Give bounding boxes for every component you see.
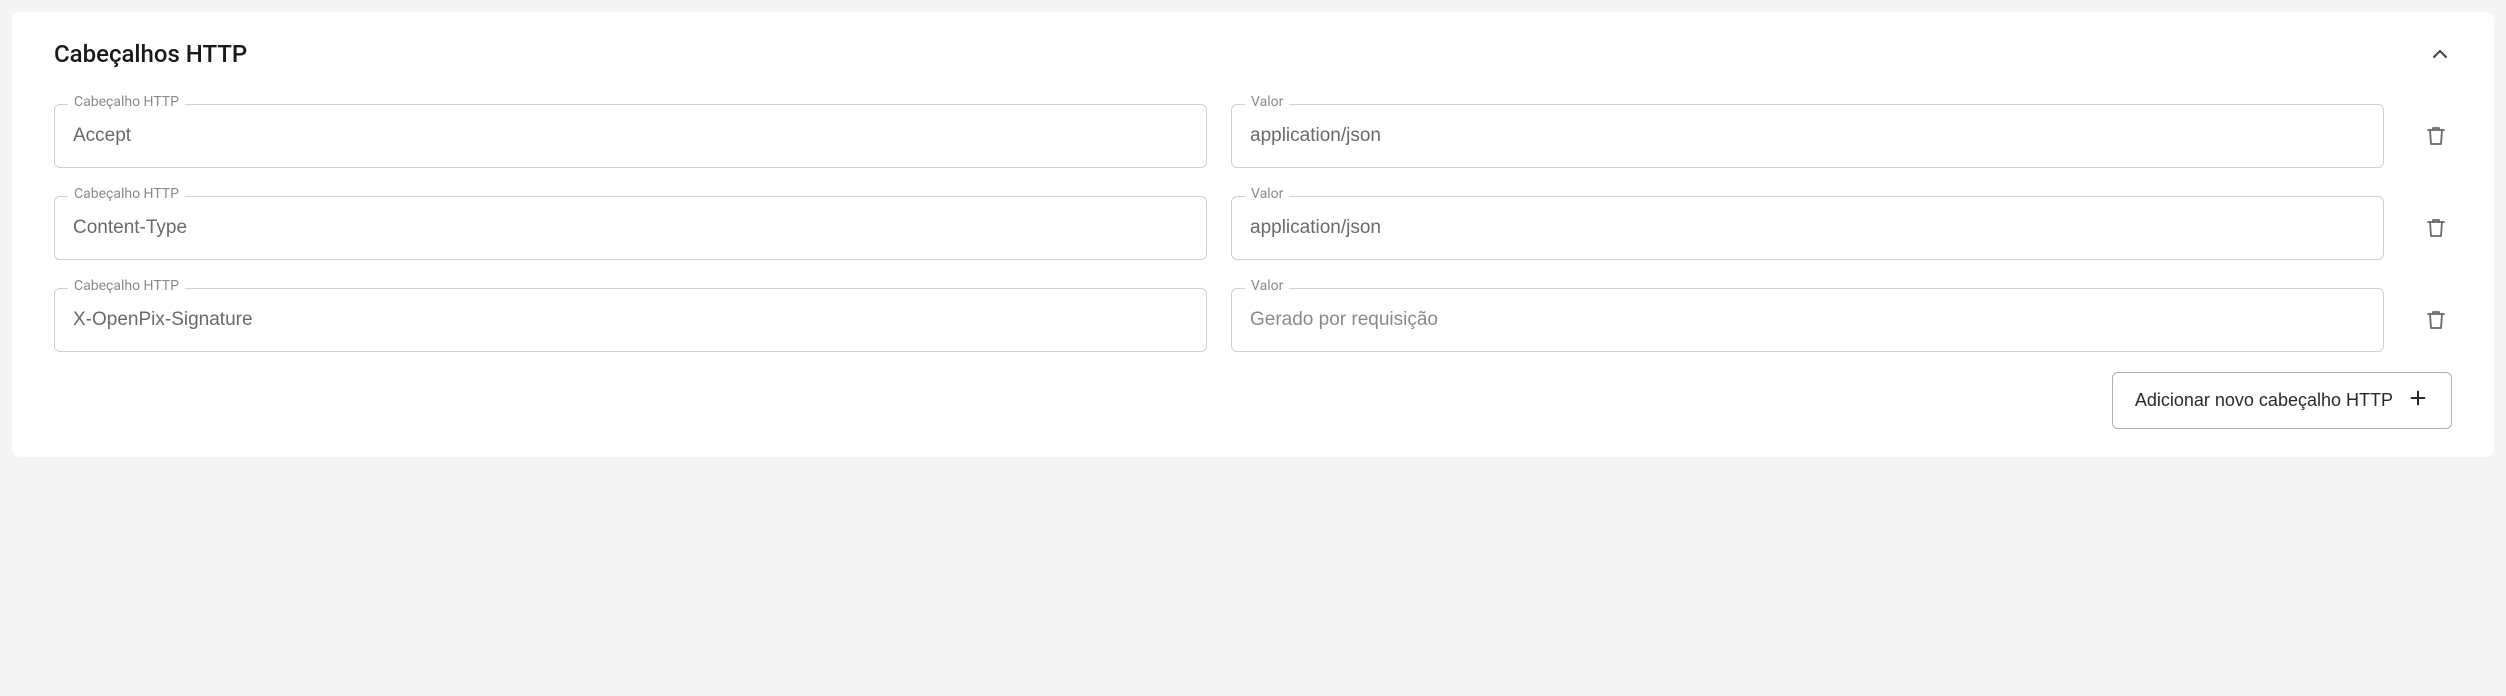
header-name-field: Cabeçalho HTTP [54, 196, 1207, 260]
header-rows: Cabeçalho HTTP Valor Cabeçalho HTTP [54, 104, 2452, 352]
card-header: Cabeçalhos HTTP [54, 40, 2452, 68]
field-label: Valor [1245, 95, 1289, 109]
field-label: Cabeçalho HTTP [68, 279, 185, 293]
field-label: Valor [1245, 187, 1289, 201]
field-label: Valor [1245, 279, 1289, 293]
trash-icon[interactable] [2424, 308, 2448, 332]
header-name-field: Cabeçalho HTTP [54, 104, 1207, 168]
header-row: Cabeçalho HTTP Valor [54, 288, 2452, 352]
header-value-field: Valor [1231, 104, 2384, 168]
header-name-input[interactable] [54, 288, 1207, 352]
plus-icon [2407, 387, 2429, 414]
field-label: Cabeçalho HTTP [68, 187, 185, 201]
header-name-field: Cabeçalho HTTP [54, 288, 1207, 352]
header-row: Cabeçalho HTTP Valor [54, 196, 2452, 260]
header-row: Cabeçalho HTTP Valor [54, 104, 2452, 168]
header-value-input[interactable] [1231, 196, 2384, 260]
card-title: Cabeçalhos HTTP [54, 40, 247, 68]
add-header-button[interactable]: Adicionar novo cabeçalho HTTP [2112, 372, 2452, 429]
add-header-button-label: Adicionar novo cabeçalho HTTP [2135, 390, 2393, 411]
header-name-input[interactable] [54, 196, 1207, 260]
http-headers-card: Cabeçalhos HTTP Cabeçalho HTTP Valor [12, 12, 2494, 457]
trash-icon[interactable] [2424, 216, 2448, 240]
trash-icon[interactable] [2424, 124, 2448, 148]
header-value-field: Valor [1231, 196, 2384, 260]
field-label: Cabeçalho HTTP [68, 95, 185, 109]
card-footer: Adicionar novo cabeçalho HTTP [54, 372, 2452, 429]
header-value-input[interactable] [1231, 288, 2384, 352]
header-name-input[interactable] [54, 104, 1207, 168]
header-value-input[interactable] [1231, 104, 2384, 168]
chevron-up-icon[interactable] [2428, 42, 2452, 66]
header-value-field: Valor [1231, 288, 2384, 352]
